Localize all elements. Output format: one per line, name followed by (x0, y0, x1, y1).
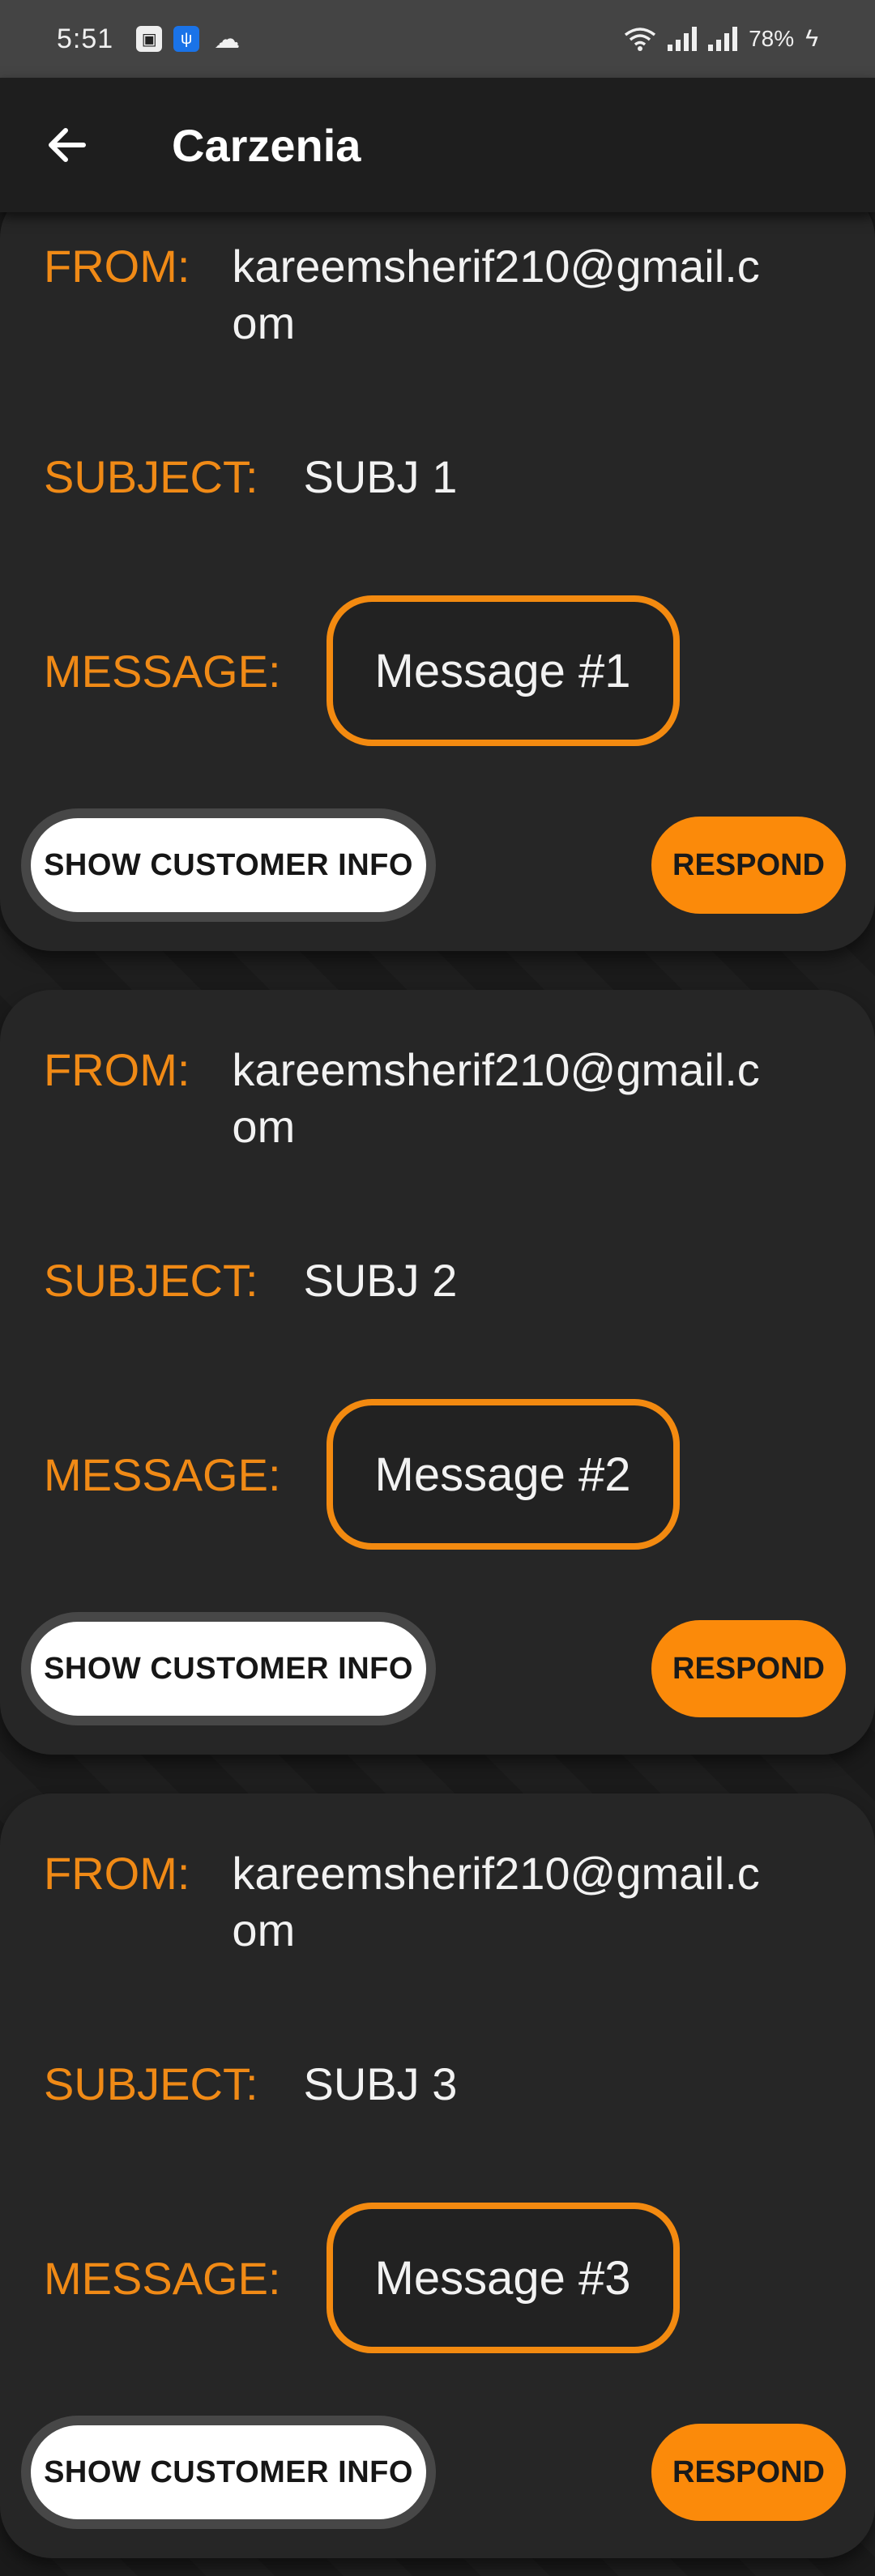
app-bar: Carzenia (0, 78, 875, 212)
status-icons-right: 78% ϟ (624, 25, 818, 53)
from-value: kareemsherif210@gmail.com (232, 1044, 760, 1152)
subject-label: SUBJECT: (44, 1255, 258, 1306)
message-box: Message #3 (326, 2203, 680, 2353)
message-row: MESSAGE: Message #1 (44, 595, 680, 746)
signal-icon (708, 27, 738, 51)
show-customer-info-button[interactable]: SHOW CUSTOMER INFO (21, 1612, 436, 1725)
subject-label: SUBJECT: (44, 2058, 258, 2109)
message-card: FROM: kareemsherif210@gmail.com SUBJECT:… (0, 186, 875, 951)
message-row: MESSAGE: Message #2 (44, 1399, 680, 1550)
notification-icon: ▣ (136, 26, 163, 52)
subject-row: SUBJECT: SUBJ 1 (44, 450, 457, 503)
cloud-icon: ☁ (214, 24, 241, 53)
subject-value: SUBJ 2 (303, 1255, 458, 1306)
message-card: FROM: kareemsherif210@gmail.com SUBJECT:… (0, 1793, 875, 2558)
from-label: FROM: (44, 1848, 190, 1899)
arrow-left-icon (49, 128, 86, 162)
from-label: FROM: (44, 1044, 190, 1095)
from-value: kareemsherif210@gmail.com (232, 1848, 760, 1955)
back-button[interactable] (31, 109, 104, 181)
from-row: FROM: kareemsherif210@gmail.com (44, 1845, 766, 1959)
wifi-icon (624, 27, 656, 51)
message-label: MESSAGE: (44, 645, 281, 697)
subject-row: SUBJECT: SUBJ 3 (44, 2058, 457, 2110)
message-label: MESSAGE: (44, 2252, 281, 2304)
message-box: Message #2 (326, 1399, 680, 1550)
from-label: FROM: (44, 241, 190, 292)
screen: 5:51 ▣ ψ ☁ 78% ϟ Carzenia FROM: kareemsh… (0, 0, 875, 2576)
respond-button[interactable]: RESPOND (651, 2424, 846, 2521)
subject-label: SUBJECT: (44, 451, 258, 502)
message-card: FROM: kareemsherif210@gmail.com SUBJECT:… (0, 990, 875, 1755)
show-customer-info-button[interactable]: SHOW CUSTOMER INFO (21, 2416, 436, 2529)
message-box: Message #1 (326, 595, 680, 746)
from-row: FROM: kareemsherif210@gmail.com (44, 238, 766, 352)
from-row: FROM: kareemsherif210@gmail.com (44, 1042, 766, 1155)
subject-row: SUBJECT: SUBJ 2 (44, 1254, 457, 1307)
charging-icon: ϟ (805, 25, 818, 52)
respond-button[interactable]: RESPOND (651, 817, 846, 914)
signal-icon (668, 27, 698, 51)
status-time: 5:51 (57, 23, 114, 54)
message-row: MESSAGE: Message #3 (44, 2203, 680, 2353)
status-icons-left: ▣ ψ ☁ (136, 24, 243, 53)
from-value: kareemsherif210@gmail.com (232, 241, 760, 348)
usb-icon: ψ (173, 26, 200, 52)
page-title: Carzenia (172, 119, 361, 171)
subject-value: SUBJ 3 (303, 2058, 458, 2109)
respond-button[interactable]: RESPOND (651, 1620, 846, 1717)
subject-value: SUBJ 1 (303, 451, 458, 502)
status-bar: 5:51 ▣ ψ ☁ 78% ϟ (0, 0, 875, 78)
message-label: MESSAGE: (44, 1448, 281, 1500)
battery-level: 78% (749, 26, 795, 51)
show-customer-info-button[interactable]: SHOW CUSTOMER INFO (21, 808, 436, 922)
